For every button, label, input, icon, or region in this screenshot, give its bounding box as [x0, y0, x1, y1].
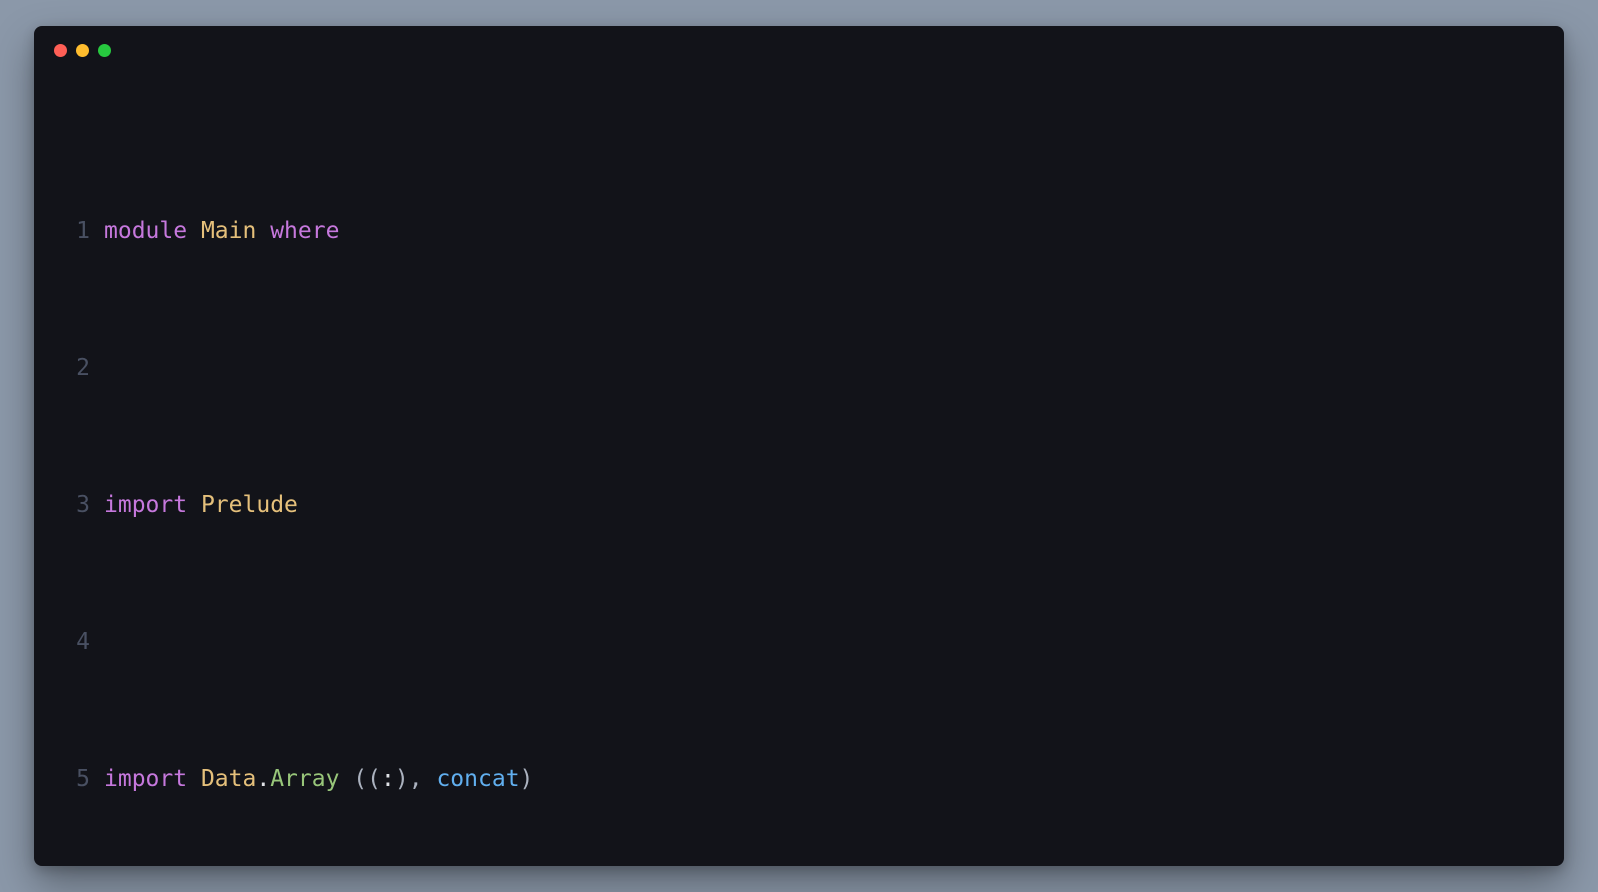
paren: ) — [395, 762, 409, 796]
code-line: 4 — [64, 625, 1534, 659]
keyword-import: import — [104, 488, 187, 522]
line-number: 3 — [64, 488, 90, 522]
code-editor[interactable]: 1 module Main where 2 3 import Prelude 4 5… — [34, 63, 1564, 866]
code-line: 3 import Prelude — [64, 488, 1534, 522]
code-line: 1 module Main where — [64, 214, 1534, 248]
comma: , — [409, 762, 423, 796]
line-number: 5 — [64, 762, 90, 796]
paren: ) — [520, 762, 534, 796]
traffic-lights — [34, 26, 1564, 63]
zoom-icon[interactable] — [98, 44, 111, 57]
keyword-import: import — [104, 762, 187, 796]
dot: . — [256, 762, 270, 796]
line-number: 2 — [64, 351, 90, 385]
module-ref: Data — [201, 762, 256, 796]
paren: ( — [367, 762, 381, 796]
close-icon[interactable] — [54, 44, 67, 57]
module-ref: Array — [270, 762, 339, 796]
code-window: 1 module Main where 2 3 import Prelude 4 5… — [34, 26, 1564, 866]
code-line: 5 import Data.Array ((:), concat) — [64, 762, 1534, 796]
code-line: 2 — [64, 351, 1534, 385]
operator: : — [381, 762, 395, 796]
paren: ( — [339, 762, 367, 796]
module-ref: Prelude — [201, 488, 298, 522]
identifier: concat — [436, 762, 519, 796]
line-number: 4 — [64, 625, 90, 659]
keyword-where: where — [270, 214, 339, 248]
module-name: Main — [201, 214, 256, 248]
keyword-module: module — [104, 214, 187, 248]
minimize-icon[interactable] — [76, 44, 89, 57]
line-number: 1 — [64, 214, 90, 248]
